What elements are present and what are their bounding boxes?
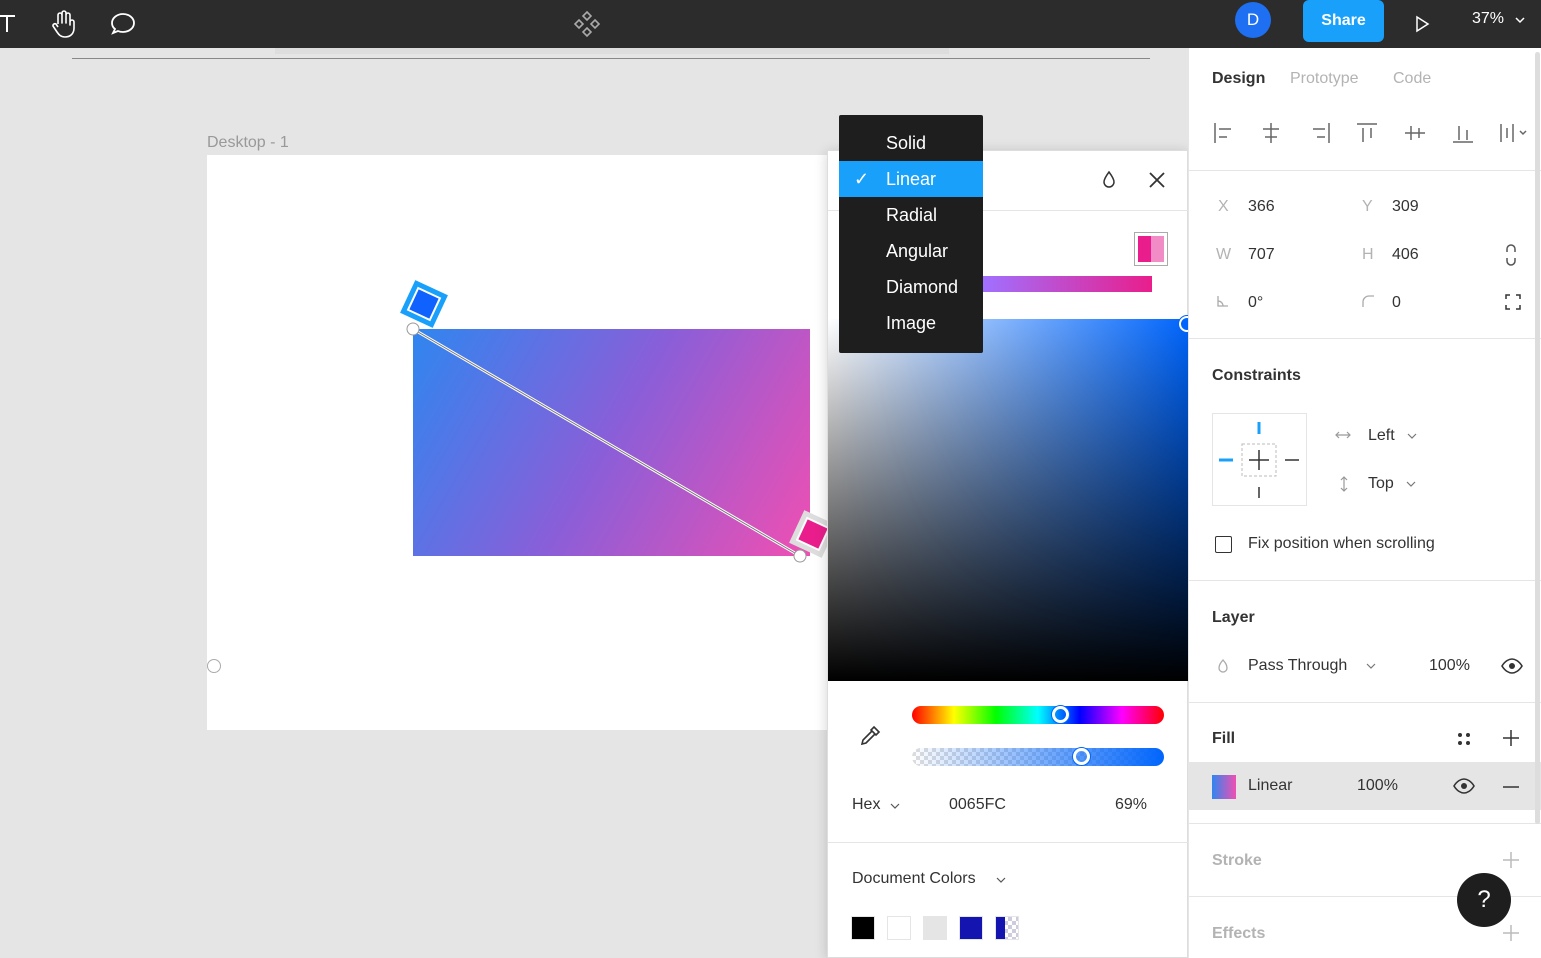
menu-item-radial[interactable]: Radial — [839, 197, 983, 233]
tab-design[interactable]: Design — [1212, 70, 1265, 88]
constrain-proportions-icon[interactable] — [1503, 244, 1519, 266]
menu-item-linear[interactable]: ✓ Linear — [839, 161, 983, 197]
swatch-blue[interactable] — [959, 916, 983, 940]
y-input[interactable]: 309 — [1392, 198, 1419, 216]
horizontal-constraint-icon — [1335, 431, 1351, 439]
vertical-constraint-icon — [1340, 476, 1348, 492]
constraints-title: Constraints — [1212, 367, 1301, 384]
constraints-widget[interactable] — [1212, 413, 1307, 506]
effects-title: Effects — [1212, 925, 1266, 942]
chevron-down-icon — [996, 877, 1006, 883]
blend-mode-select[interactable]: Pass Through — [1248, 657, 1347, 675]
menu-item-label: Angular — [886, 240, 949, 261]
close-icon[interactable] — [1146, 169, 1168, 196]
blend-drop-icon[interactable] — [1100, 169, 1118, 196]
layer-opacity-input[interactable]: 100% — [1429, 657, 1470, 675]
chevron-down-icon — [1407, 433, 1417, 439]
fill-opacity-input[interactable]: 100% — [1357, 777, 1398, 795]
opacity-input[interactable]: 69% — [1115, 796, 1147, 814]
document-colors-label[interactable]: Document Colors — [852, 870, 976, 888]
hue-slider[interactable] — [912, 706, 1164, 724]
chevron-down-icon — [890, 803, 900, 809]
rotation-input[interactable]: 0° — [1248, 294, 1263, 312]
check-icon: ✓ — [854, 169, 870, 189]
w-input[interactable]: 707 — [1248, 246, 1275, 264]
comment-tool-icon[interactable] — [104, 5, 142, 43]
blend-mode-icon — [1218, 658, 1228, 673]
zoom-chevron-down-icon[interactable] — [1514, 15, 1526, 25]
swatch-gradient[interactable] — [995, 916, 1019, 940]
add-effect-icon[interactable] — [1502, 924, 1520, 942]
menu-item-angular[interactable]: Angular — [839, 233, 983, 269]
stroke-title: Stroke — [1212, 852, 1262, 869]
swatch-white[interactable] — [887, 916, 911, 940]
h-input[interactable]: 406 — [1392, 246, 1419, 264]
saturation-value-area[interactable] — [828, 319, 1188, 681]
fill-swatch[interactable] — [1212, 775, 1236, 799]
help-button[interactable]: ? — [1457, 873, 1511, 927]
opacity-handle[interactable] — [1073, 748, 1090, 765]
eye-icon[interactable] — [1452, 777, 1476, 795]
independent-corners-icon[interactable] — [1505, 294, 1521, 310]
style-grid-icon[interactable] — [1456, 731, 1472, 747]
chevron-down-icon — [1406, 481, 1416, 487]
menu-item-diamond[interactable]: Diamond — [839, 269, 983, 305]
gradient-bar[interactable] — [983, 276, 1152, 292]
eye-icon[interactable] — [1500, 657, 1524, 675]
fix-position-label[interactable]: Fix position when scrolling — [1248, 535, 1435, 553]
color-format-select[interactable]: Hex — [852, 796, 880, 814]
vertical-constraint-select[interactable]: Top — [1368, 475, 1394, 493]
menu-item-image[interactable]: Image — [839, 305, 983, 341]
tab-prototype[interactable]: Prototype — [1290, 70, 1358, 88]
text-tool-icon[interactable] — [0, 5, 26, 43]
hex-input[interactable]: 0065FC — [949, 796, 1006, 814]
panel-scrollbar[interactable] — [1535, 52, 1540, 824]
hue-handle[interactable] — [1052, 706, 1069, 723]
properties-panel: Design Prototype Code X 366 Y 309 W 707 … — [1188, 48, 1541, 958]
add-stroke-icon[interactable] — [1502, 851, 1520, 869]
tab-code[interactable]: Code — [1393, 70, 1431, 88]
h-label: H — [1362, 246, 1374, 263]
gradient-start-stop[interactable] — [400, 280, 448, 328]
x-label: X — [1218, 198, 1229, 215]
fix-position-checkbox[interactable] — [1215, 536, 1232, 553]
menu-item-label: Radial — [886, 204, 938, 225]
corner-radius-input[interactable]: 0 — [1392, 294, 1401, 312]
swatch-black[interactable] — [851, 916, 875, 940]
x-input[interactable]: 366 — [1248, 198, 1275, 216]
swatch-light-gray[interactable] — [923, 916, 947, 940]
components-icon[interactable] — [568, 5, 606, 43]
eyedropper-icon[interactable] — [858, 724, 882, 753]
add-fill-icon[interactable] — [1502, 729, 1520, 747]
menu-item-solid[interactable]: Solid — [839, 125, 983, 161]
y-label: Y — [1362, 198, 1373, 215]
remove-fill-icon[interactable] — [1502, 785, 1520, 789]
layer-title: Layer — [1212, 609, 1255, 626]
fill-title: Fill — [1212, 730, 1236, 747]
chevron-down-icon — [1366, 663, 1376, 669]
fill-type[interactable]: Linear — [1248, 777, 1292, 795]
avatar[interactable]: D — [1235, 2, 1271, 38]
fill-row[interactable]: Linear 100% — [1189, 762, 1541, 810]
menu-item-label: Diamond — [886, 276, 959, 297]
horizontal-constraint-select[interactable]: Left — [1368, 427, 1395, 445]
opacity-slider[interactable] — [912, 748, 1164, 766]
fill-type-menu: Solid ✓ Linear Radial Angular Diamond Ima… — [839, 115, 983, 353]
menu-item-label: Linear — [886, 168, 937, 189]
w-label: W — [1216, 246, 1232, 263]
alignment-toolbar[interactable] — [1207, 118, 1527, 148]
corner-radius-icon — [1362, 295, 1374, 307]
menu-item-label: Image — [886, 312, 937, 333]
menu-item-label: Solid — [886, 132, 927, 153]
hand-tool-icon[interactable] — [45, 5, 83, 43]
zoom-level[interactable]: 37% — [1472, 10, 1504, 28]
rotation-icon — [1217, 296, 1228, 307]
share-button[interactable]: Share — [1303, 0, 1384, 42]
stop-color-swatch[interactable] — [1134, 232, 1168, 266]
present-play-icon[interactable] — [1403, 5, 1441, 43]
toolbar: D Share 37% — [0, 0, 1541, 48]
